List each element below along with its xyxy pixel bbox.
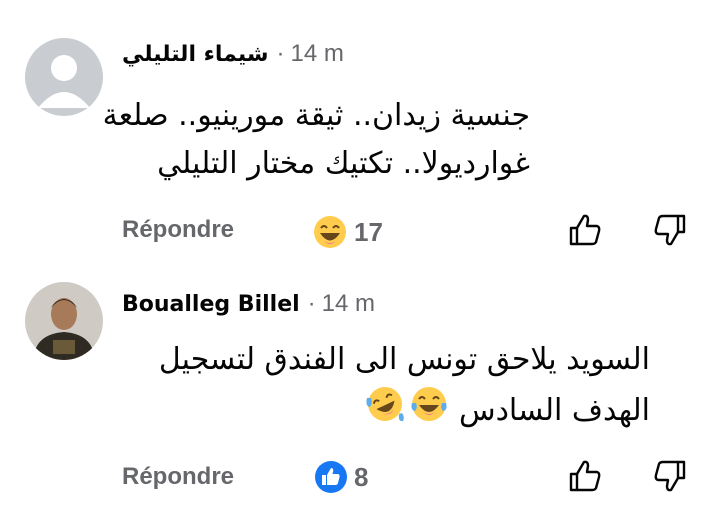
comment-header: Boualleg Billel · 14 m xyxy=(122,290,375,318)
author-name[interactable]: Boualleg Billel xyxy=(122,292,300,317)
comment-text-line: غوارديولا.. تكتيك مختار التليلي xyxy=(157,146,530,181)
comment-text: جنسية زيدان.. ثيقة مورينيو.. صلعة غواردي… xyxy=(102,92,530,188)
timestamp[interactable]: · 14 m xyxy=(308,290,375,318)
dislike-button[interactable] xyxy=(652,458,688,494)
meta-separator: · xyxy=(307,290,316,317)
reaction-count: 8 xyxy=(354,461,369,492)
comment-2: Boualleg Billel · 14 m السويد يلاحق تونس … xyxy=(0,270,720,521)
reply-button[interactable]: Répondre xyxy=(122,463,234,491)
thumbs-up-icon xyxy=(569,214,601,246)
laughing-emoji-icon xyxy=(314,216,346,248)
comment-header: شيماء التليلي · 14 m xyxy=(122,40,344,68)
meta-separator: · xyxy=(276,40,285,67)
comment-text-line: السويد يلاحق تونس الى الفندق لتسجيل xyxy=(158,342,650,377)
time-label: 14 m xyxy=(321,290,376,317)
thumbs-up-icon xyxy=(569,460,601,492)
comment-text-line-2: الهدف السادس xyxy=(180,384,650,439)
thumbs-down-icon xyxy=(654,214,686,246)
comment-1: شيماء التليلي · 14 m جنسية زيدان.. ثيقة م… xyxy=(0,0,720,270)
user-photo-icon xyxy=(25,282,103,360)
avatar[interactable] xyxy=(25,282,103,360)
avatar[interactable] xyxy=(25,38,103,116)
rolling-laughing-emoji-icon xyxy=(365,384,405,439)
comment-text-line: الهدف السادس xyxy=(458,393,650,428)
crying-laughing-emoji-icon xyxy=(409,384,449,439)
default-avatar-icon xyxy=(25,38,103,116)
reaction-count: 17 xyxy=(354,216,383,247)
thumbs-down-icon xyxy=(654,460,686,492)
reaction-summary[interactable]: 8 xyxy=(314,460,368,494)
reply-button[interactable]: Répondre xyxy=(122,216,234,244)
dislike-button[interactable] xyxy=(652,212,688,248)
time-label: 14 m xyxy=(290,40,344,67)
author-name[interactable]: شيماء التليلي xyxy=(122,42,269,67)
like-reaction-icon xyxy=(315,461,347,493)
like-button[interactable] xyxy=(567,212,603,248)
reaction-summary[interactable]: 17 xyxy=(312,214,383,250)
timestamp[interactable]: · 14 m xyxy=(277,40,344,68)
comment-text-line: جنسية زيدان.. ثيقة مورينيو.. صلعة xyxy=(102,98,530,133)
like-button[interactable] xyxy=(567,458,603,494)
comment-text: السويد يلاحق تونس الى الفندق لتسجيل الهد… xyxy=(158,336,650,439)
